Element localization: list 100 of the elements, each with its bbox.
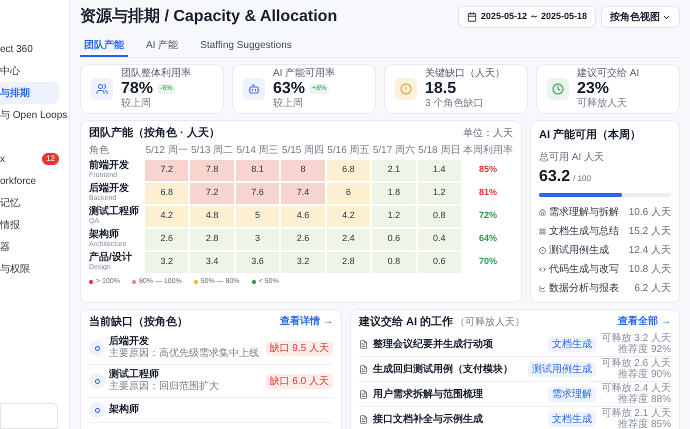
utilization-value: 85%	[478, 163, 498, 176]
task-tag: 需求理解	[548, 386, 596, 402]
heatmap-cell: 3.4	[190, 252, 234, 272]
kpi-value: 63%	[273, 80, 306, 98]
capability-value: 10.6 人天	[628, 206, 671, 220]
view-details-link[interactable]: 查看详情 →	[280, 314, 333, 330]
ring-icon	[89, 373, 105, 389]
document-icon	[359, 390, 368, 398]
kpi-note: 较上周	[121, 98, 152, 110]
heatmap-cell: 0.6	[372, 228, 416, 250]
alert-icon	[395, 78, 417, 100]
sidebar-item[interactable]: ect 360	[0, 38, 63, 60]
card-title: 团队产能（按角色 · 人天）	[89, 126, 220, 141]
capability-name: 代码生成与改写	[549, 262, 619, 276]
kpi-value: 23%	[577, 80, 610, 98]
house-icon	[539, 208, 546, 216]
heatmap-cell: 2.4	[326, 228, 370, 250]
column-header: 5/18 周日	[418, 144, 461, 158]
heatmap-cell: 7.6	[236, 182, 280, 204]
view-dropdown[interactable]: 按角色视图	[601, 6, 680, 28]
capability-name: 需求理解与拆解	[549, 206, 619, 220]
card-title: 当前缺口（按角色）	[89, 314, 188, 330]
recommendation-score: 推荐度 90%	[618, 369, 671, 380]
capability-name: 文档生成与总结	[549, 224, 619, 238]
tab[interactable]: 团队产能	[80, 35, 128, 57]
sidebar-item[interactable]: orkforce	[0, 170, 63, 192]
heatmap-cell: 3.2	[281, 252, 325, 272]
column-header: 本周利用率	[462, 144, 513, 158]
capability-name: 测试用例生成	[549, 244, 609, 258]
heatmap-cell: 5	[236, 206, 280, 226]
sidebar-item[interactable]: 中心	[0, 60, 63, 82]
heatmap-cell: 0.4	[418, 228, 461, 250]
robot-icon	[243, 78, 265, 100]
sidebar-item[interactable]: 器	[0, 236, 63, 258]
heatmap-cell: 2.8	[326, 252, 370, 272]
capability-value: 12.4 人天	[628, 244, 671, 258]
document-icon	[359, 364, 368, 374]
date-range-button[interactable]: 2025-05-12 ～ 2025-05-18	[458, 6, 596, 28]
tab[interactable]: Staffing Suggestions	[196, 35, 296, 57]
heatmap-cell: 2.1	[372, 160, 416, 180]
task-tag: 测试用例生成	[528, 362, 596, 376]
heatmap-cell: 1.4	[418, 160, 461, 180]
gap-badge: 缺口 9.5 人天	[266, 340, 333, 356]
capability-value: 10.8 人天	[628, 262, 671, 276]
utilization-value: 72%	[478, 209, 498, 222]
heatmap-cell: 8.1	[236, 160, 280, 180]
task-title: 整理会议纪要并生成行动项	[373, 337, 494, 352]
total-max: / 100	[573, 172, 591, 184]
column-header: 5/14 周三	[236, 144, 280, 158]
role-name: 测试工程师	[109, 369, 160, 380]
kpi-label: AI 产能可用率	[273, 68, 336, 80]
capability-value: 6.2 人天	[634, 282, 671, 296]
sidebar-item[interactable]: 情报	[0, 214, 63, 236]
ring-icon	[89, 340, 105, 356]
recommendation-score: 推荐度 88%	[618, 394, 671, 405]
people-icon	[91, 78, 113, 100]
role-name: 测试工程师	[89, 206, 140, 217]
tab[interactable]: AI 产能	[142, 35, 182, 57]
heatmap-cell: 4.2	[145, 206, 188, 226]
heatmap-cell: 1.2	[418, 182, 461, 204]
heatmap-cell: 6.8	[326, 160, 370, 180]
kpi-value: 18.5	[425, 80, 456, 98]
role-name: 后端开发	[89, 183, 130, 194]
calendar-icon	[466, 12, 477, 22]
column-header: 5/16 周五	[326, 144, 370, 158]
heatmap-cell: 6.8	[145, 182, 188, 204]
heatmap-cell: 7.2	[145, 160, 188, 180]
release-value: 可释放 2.4 人天	[602, 383, 671, 394]
column-header: 角色	[89, 144, 110, 158]
capability-name: 数据分析与报表	[549, 282, 619, 296]
ring-icon	[89, 402, 105, 418]
total-value: 63.2	[539, 166, 570, 186]
sidebar-item[interactable]: x 12	[0, 148, 63, 170]
release-value: 可释放 2.1 人天	[602, 408, 671, 419]
sidebar-item[interactable]: 与权限	[0, 258, 63, 280]
sidebar-item[interactable]: 与排期	[0, 82, 59, 104]
role-name: 前端开发	[89, 160, 130, 171]
sidebar-item[interactable]: 记忆	[0, 192, 63, 214]
document-icon	[359, 340, 368, 348]
heatmap-cell: 2.6	[145, 228, 188, 250]
heatmap-cell: 3	[236, 228, 280, 250]
kpi-label: 团队整体利用率	[121, 68, 191, 80]
page-title: 资源与排期 / Capacity & Allocation	[80, 6, 338, 27]
card-title: AI 产能可用（本周）	[539, 128, 642, 143]
capability-value: 15.2 人天	[628, 224, 671, 238]
role-name: 架构师	[89, 229, 120, 240]
task-tag: 文档生成	[548, 412, 596, 426]
task-title: 接口文档补全与示例生成	[373, 412, 484, 426]
heatmap-cell: 0.8	[372, 252, 416, 272]
heatmap-cell: 3.6	[236, 252, 280, 272]
clock-icon	[547, 78, 569, 100]
utilization-value: 81%	[478, 186, 498, 200]
column-header: 5/13 周二	[190, 144, 234, 158]
role-name: 架构师	[109, 404, 140, 416]
utilization-value: 64%	[478, 232, 498, 246]
heatmap-cell: 4.8	[190, 206, 234, 226]
view-all-link[interactable]: 查看全部 →	[618, 314, 671, 330]
heatmap-cell: 7.4	[281, 182, 325, 204]
heatmap-cell: 7.8	[190, 160, 234, 180]
release-value: 可释放 2.6 人天	[602, 358, 671, 369]
